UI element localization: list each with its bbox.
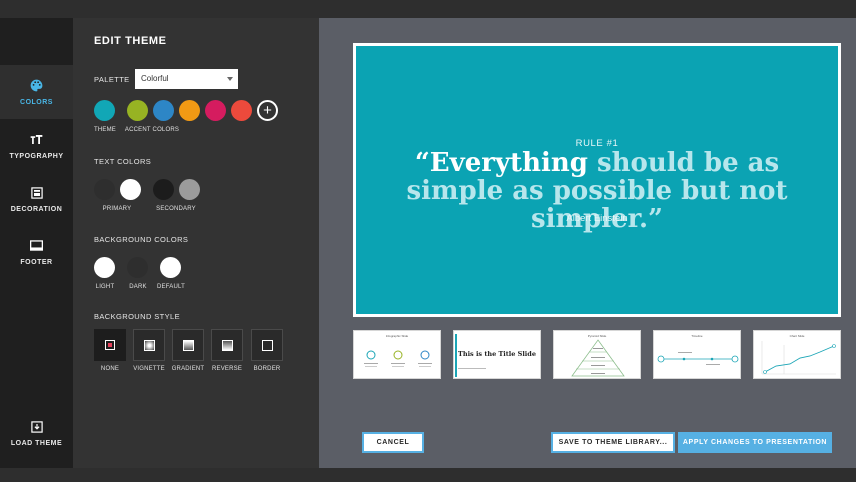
- accent-color-swatch[interactable]: [153, 100, 174, 121]
- background-style-label: BACKGROUND STYLE: [94, 312, 180, 321]
- bg-style-caption-vignette: VIGNETTE: [133, 366, 165, 372]
- load-theme-label: LOAD THEME: [10, 439, 63, 447]
- slide-author: Albert Einstein: [566, 213, 628, 224]
- add-color-button[interactable]: +: [257, 100, 278, 121]
- accent-color-swatch[interactable]: [179, 100, 200, 121]
- text-color-swatch[interactable]: [120, 179, 141, 200]
- rail-label-typography: TYPOGRAPHY: [9, 152, 64, 160]
- preview-area: RULE #1 “Everything should be as simple …: [319, 18, 856, 468]
- gradient-icon: [182, 339, 194, 351]
- infographic-thumbnail-art: [364, 350, 432, 367]
- palette-select-value: Colorful: [141, 74, 169, 83]
- secondary-caption: SECONDARY: [156, 206, 196, 212]
- decoration-icon: [30, 186, 44, 200]
- bg-caption-default: DEFAULT: [157, 284, 185, 290]
- primary-caption: PRIMARY: [102, 206, 132, 212]
- cancel-button[interactable]: CANCEL: [362, 432, 424, 453]
- editor-rail: COLORS TYPOGRAPHY DECORATION FOOTER LOAD…: [0, 18, 73, 468]
- chevron-down-icon: [227, 77, 233, 81]
- accent-color-swatch[interactable]: [205, 100, 226, 121]
- accent-color-swatch[interactable]: [127, 100, 148, 121]
- bg-style-caption-border: BORDER: [253, 366, 281, 372]
- background-colors-label: BACKGROUND COLORS: [94, 235, 189, 244]
- slide-thumbnail[interactable]: Timeline: [653, 330, 741, 379]
- theme-color-swatch[interactable]: [94, 100, 115, 121]
- border-icon: [261, 339, 273, 351]
- rail-item-typography[interactable]: TYPOGRAPHY: [0, 119, 73, 173]
- pyramid-thumbnail-art: [571, 339, 625, 377]
- background-color-swatch-default[interactable]: [160, 257, 181, 278]
- bg-style-border[interactable]: [251, 329, 283, 361]
- save-to-theme-library-button[interactable]: SAVE TO THEME LIBRARY...: [551, 432, 675, 453]
- slide-thumbnail[interactable]: Pyramid Slide: [553, 330, 641, 379]
- rail-label-decoration: DECORATION: [10, 205, 63, 213]
- bg-style-caption-none: NONE: [100, 366, 120, 372]
- accent-color-swatch[interactable]: [231, 100, 252, 121]
- palette-select[interactable]: Colorful: [135, 69, 238, 89]
- bg-style-none[interactable]: [94, 329, 126, 361]
- top-bar: [0, 0, 856, 18]
- rail-item-decoration[interactable]: DECORATION: [0, 172, 73, 226]
- bg-style-reverse[interactable]: [211, 329, 243, 361]
- slide-thumbnail[interactable]: This is the Title Slide: [453, 330, 541, 379]
- chart-thumbnail-art: [761, 341, 836, 375]
- accent-colors-caption: ACCENT COLORS: [124, 127, 180, 133]
- load-theme-button[interactable]: LOAD THEME: [0, 406, 73, 460]
- slide-quote-lead: “Everything: [414, 148, 588, 178]
- bottom-bar: [0, 468, 856, 482]
- text-colors-label: TEXT COLORS: [94, 157, 152, 166]
- rail-label-colors: COLORS: [20, 98, 53, 106]
- palette-icon: [30, 79, 44, 93]
- thumbnail-title: This is the Title Slide: [458, 350, 536, 358]
- vignette-icon: [143, 339, 155, 351]
- load-theme-icon: [30, 420, 44, 434]
- rail-item-footer[interactable]: FOOTER: [0, 225, 73, 279]
- slide-thumbnail[interactable]: Infographic Slide: [353, 330, 441, 379]
- slide-thumbnail[interactable]: Chart Slide: [753, 330, 841, 379]
- bg-style-caption-reverse: REVERSE: [211, 366, 243, 372]
- apply-changes-button[interactable]: APPLY CHANGES TO PRESENTATION: [678, 432, 832, 453]
- plus-icon: +: [263, 102, 272, 119]
- theme-editor: COLORS TYPOGRAPHY DECORATION FOOTER LOAD…: [0, 18, 856, 468]
- rail-item-colors[interactable]: COLORS: [0, 65, 73, 119]
- bg-style-gradient[interactable]: [172, 329, 204, 361]
- background-color-swatch-light[interactable]: [94, 257, 115, 278]
- background-color-swatch-dark[interactable]: [127, 257, 148, 278]
- rail-label-footer: FOOTER: [20, 258, 53, 266]
- slide-preview[interactable]: RULE #1 “Everything should be as simple …: [353, 43, 841, 317]
- bg-style-vignette[interactable]: [133, 329, 165, 361]
- bg-style-none-icon: [105, 340, 115, 350]
- typography-icon: [30, 133, 44, 147]
- edit-theme-panel: EDIT THEME PALETTE Colorful + THEME ACCE…: [73, 18, 319, 468]
- footer-icon: [30, 239, 44, 253]
- text-color-swatch[interactable]: [94, 179, 115, 200]
- bg-caption-dark: DARK: [129, 284, 147, 290]
- panel-title: EDIT THEME: [94, 35, 167, 47]
- bg-style-caption-gradient: GRADIENT: [171, 366, 205, 372]
- theme-caption: THEME: [94, 127, 116, 133]
- timeline-thumbnail-art: [657, 352, 739, 365]
- bg-caption-light: LIGHT: [95, 284, 115, 290]
- text-color-swatch[interactable]: [153, 179, 174, 200]
- text-color-swatch[interactable]: [179, 179, 200, 200]
- palette-label: PALETTE: [94, 75, 130, 84]
- reverse-gradient-icon: [221, 339, 233, 351]
- slide-canvas: RULE #1 “Everything should be as simple …: [356, 46, 838, 314]
